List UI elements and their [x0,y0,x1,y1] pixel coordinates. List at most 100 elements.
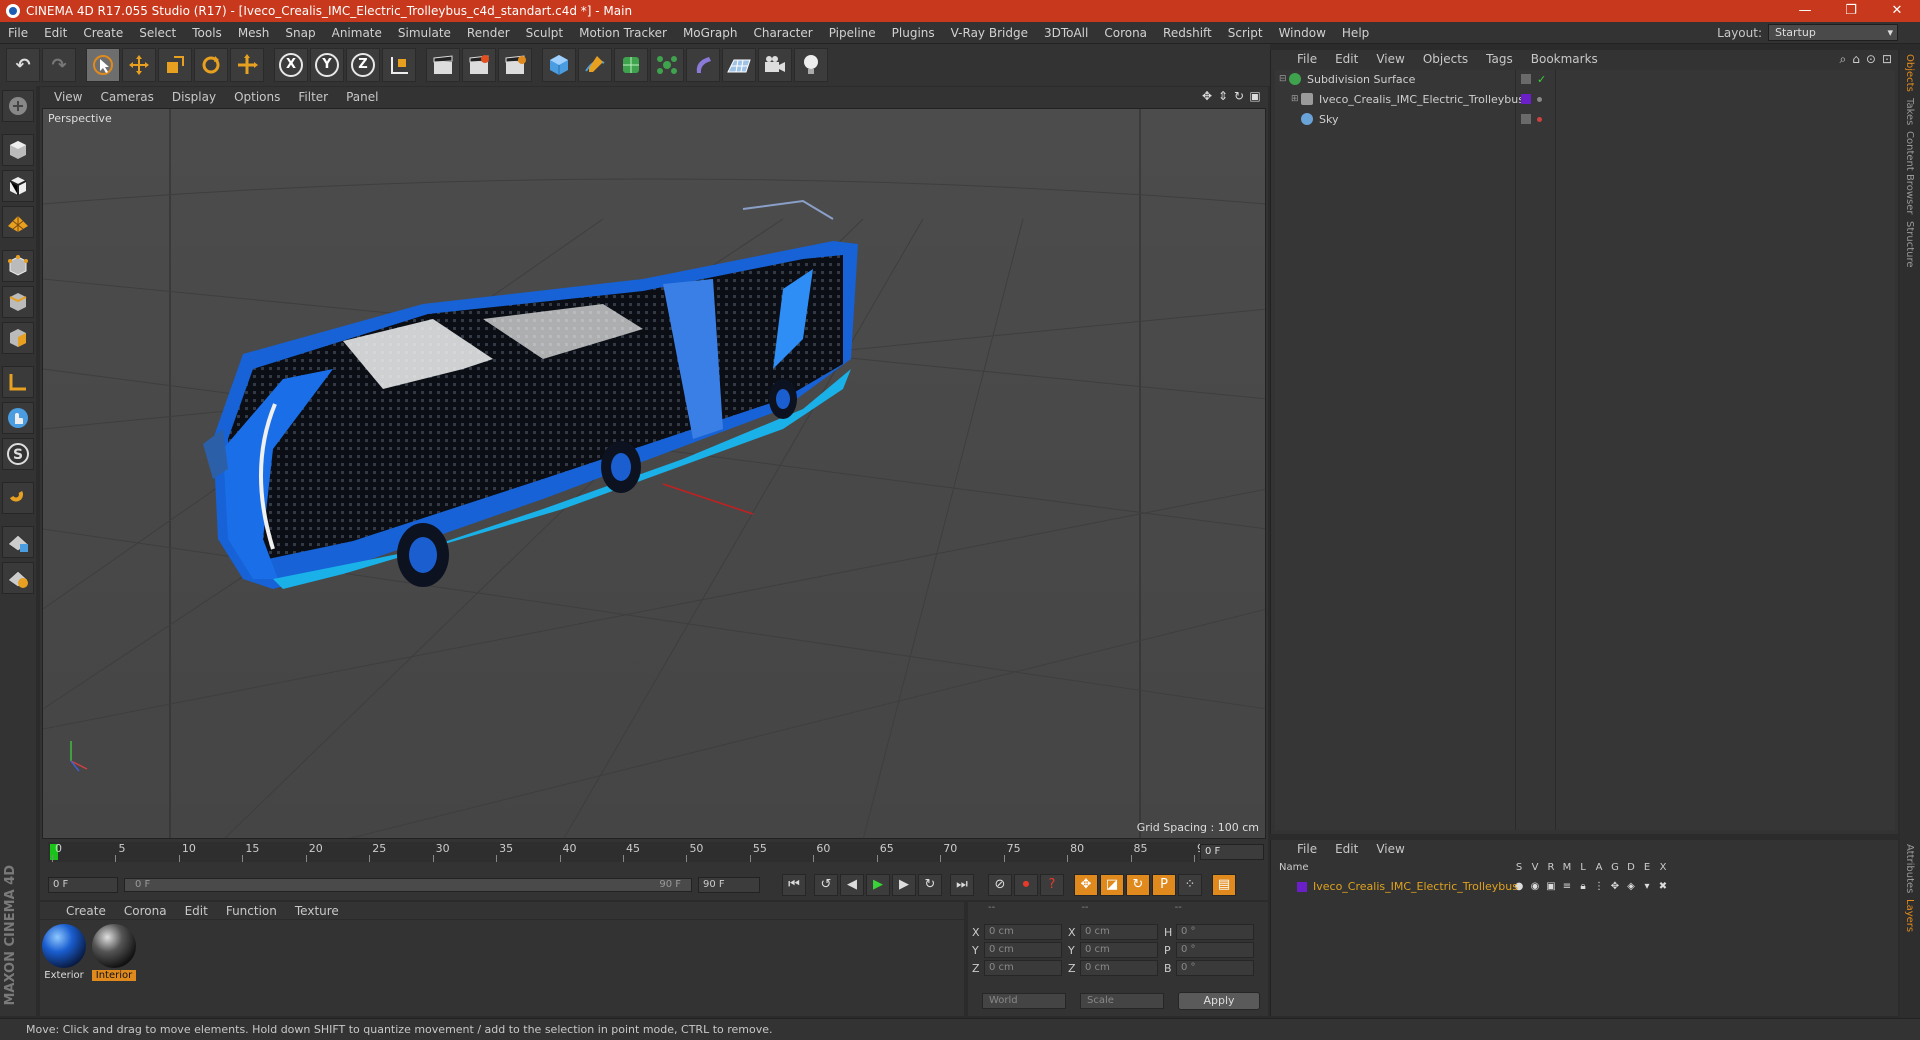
key-parameter-button[interactable]: P [1152,874,1176,896]
objects-menu-bookmarks[interactable]: Bookmarks [1531,52,1598,66]
objects-menu-file[interactable]: File [1297,52,1317,66]
dolly-icon[interactable]: ⇕ [1216,89,1230,103]
visibility-dot-icon[interactable] [1537,96,1542,102]
live-selection-button[interactable] [86,48,120,82]
layer-row[interactable]: Iveco_Crealis_IMC_Electric_Trolleybus ● … [1275,878,1895,894]
tab-attributes[interactable]: Attributes [1904,844,1915,893]
previous-key-button[interactable]: ↺ [814,874,838,896]
expand-icon[interactable]: ⊞ [1291,94,1301,104]
tab-takes[interactable]: Takes [1904,98,1915,125]
tab-objects[interactable]: Objects [1904,54,1915,92]
expression-icon[interactable]: ▾ [1639,881,1655,892]
menu-mograph[interactable]: MoGraph [675,26,746,40]
layers-menu-file[interactable]: File [1297,842,1317,856]
search-icon[interactable]: ⌕ [1840,52,1847,67]
cloner-button[interactable] [650,48,684,82]
viewport-menu-panel[interactable]: Panel [346,90,378,104]
layers-menu-view[interactable]: View [1376,842,1404,856]
scale-tool-button[interactable] [158,48,192,82]
material-menu-corona[interactable]: Corona [124,904,167,918]
deformer-icon[interactable]: ◈ [1623,881,1639,892]
previous-frame-button[interactable]: ◀ [840,874,864,896]
key-scale-button[interactable]: ◪ [1100,874,1124,896]
z-axis-lock-button[interactable]: Z [346,48,380,82]
workplane-mode-button[interactable] [2,206,34,238]
subdivision-surface-button[interactable] [614,48,648,82]
move-tool-button[interactable] [122,48,156,82]
object-row-subdivision-surface[interactable]: ⊟ Subdivision Surface ✓ [1275,70,1895,88]
manager-icon[interactable]: ≡ [1559,881,1575,892]
rotation-p-field[interactable]: 0 ° [1176,942,1254,958]
xref-icon[interactable]: ✖ [1655,881,1671,892]
menu-tools[interactable]: Tools [184,26,230,40]
pen-spline-button[interactable] [578,48,612,82]
menu-sculpt[interactable]: Sculpt [518,26,571,40]
size-z-field[interactable]: 0 cm [1080,960,1158,976]
rotation-h-field[interactable]: 0 ° [1176,924,1254,940]
cube-object-button[interactable] [542,48,576,82]
visibility-dot-icon[interactable] [1537,116,1542,122]
menu-simulate[interactable]: Simulate [390,26,459,40]
end-frame-field[interactable]: 90 F [698,877,760,893]
objects-menu-objects[interactable]: Objects [1423,52,1468,66]
motion-record-button[interactable]: ⊘ [988,874,1012,896]
workplane-snap-button[interactable] [2,562,34,594]
object-row-sky[interactable]: Sky [1275,110,1895,128]
timeline-window-button[interactable]: ▤ [1212,874,1236,896]
snap-button[interactable]: S [2,438,34,470]
collapse-icon[interactable]: ⊟ [1279,74,1289,84]
material-menu-create[interactable]: Create [66,904,106,918]
animation-icon[interactable]: ⋮ [1591,881,1607,892]
tweak-mode-button[interactable] [2,402,34,434]
workplane-lock-button[interactable] [2,526,34,558]
objects-menu-edit[interactable]: Edit [1335,52,1358,66]
deformer-button[interactable] [686,48,720,82]
menu-corona[interactable]: Corona [1096,26,1155,40]
play-button[interactable]: ▶ [866,874,890,896]
undo-button[interactable]: ↶ [6,48,40,82]
objects-menu-tags[interactable]: Tags [1486,52,1513,66]
layout-dropdown[interactable]: Startup [1768,24,1898,41]
model-mode-button[interactable] [2,134,34,166]
home-icon[interactable]: ⌂ [1852,52,1860,67]
record-active-objects-button[interactable]: ⏺ [1014,874,1038,896]
tab-layers[interactable]: Layers [1904,899,1915,932]
viewport-menu-display[interactable]: Display [172,90,216,104]
coordinate-mode-dropdown[interactable]: Scale [1080,993,1164,1009]
render-icon[interactable]: ▣ [1543,881,1559,892]
points-mode-button[interactable] [2,250,34,282]
tab-content-browser[interactable]: Content Browser [1904,131,1915,214]
restore-button[interactable]: ❐ [1828,0,1874,22]
menu-mesh[interactable]: Mesh [230,26,278,40]
render-view-button[interactable] [426,48,460,82]
size-x-field[interactable]: 0 cm [1080,924,1158,940]
pan-icon[interactable]: ✥ [1200,89,1214,103]
menu-motion-tracker[interactable]: Motion Tracker [571,26,675,40]
x-axis-lock-button[interactable]: X [274,48,308,82]
size-y-field[interactable]: 0 cm [1080,942,1158,958]
go-to-end-button[interactable]: ⏭ [950,874,974,896]
tab-structure[interactable]: Structure [1904,221,1915,268]
key-position-button[interactable]: ✥ [1074,874,1098,896]
light-button[interactable] [794,48,828,82]
viewport-menu-view[interactable]: View [54,90,82,104]
polygons-mode-button[interactable] [2,322,34,354]
material-menu-edit[interactable]: Edit [185,904,208,918]
material-exterior[interactable]: Exterior [42,924,86,981]
next-key-button[interactable]: ↻ [918,874,942,896]
autokeying-button[interactable]: ? [1040,874,1064,896]
menu-render[interactable]: Render [459,26,518,40]
coordinate-system-button[interactable] [382,48,416,82]
magnet-button[interactable] [2,482,34,514]
maximize-icon[interactable]: ▣ [1248,89,1262,103]
menu-window[interactable]: Window [1271,26,1334,40]
key-point-level-button[interactable]: ⁘ [1178,874,1202,896]
transform-tool-button[interactable] [230,48,264,82]
coordinate-space-dropdown[interactable]: World [982,993,1066,1009]
orbit-icon[interactable]: ↻ [1232,89,1246,103]
generator-icon[interactable]: ✥ [1607,881,1623,892]
new-window-icon[interactable]: ⊡ [1882,52,1892,67]
menu-edit[interactable]: Edit [36,26,75,40]
render-settings-button[interactable] [498,48,532,82]
camera-button[interactable] [758,48,792,82]
